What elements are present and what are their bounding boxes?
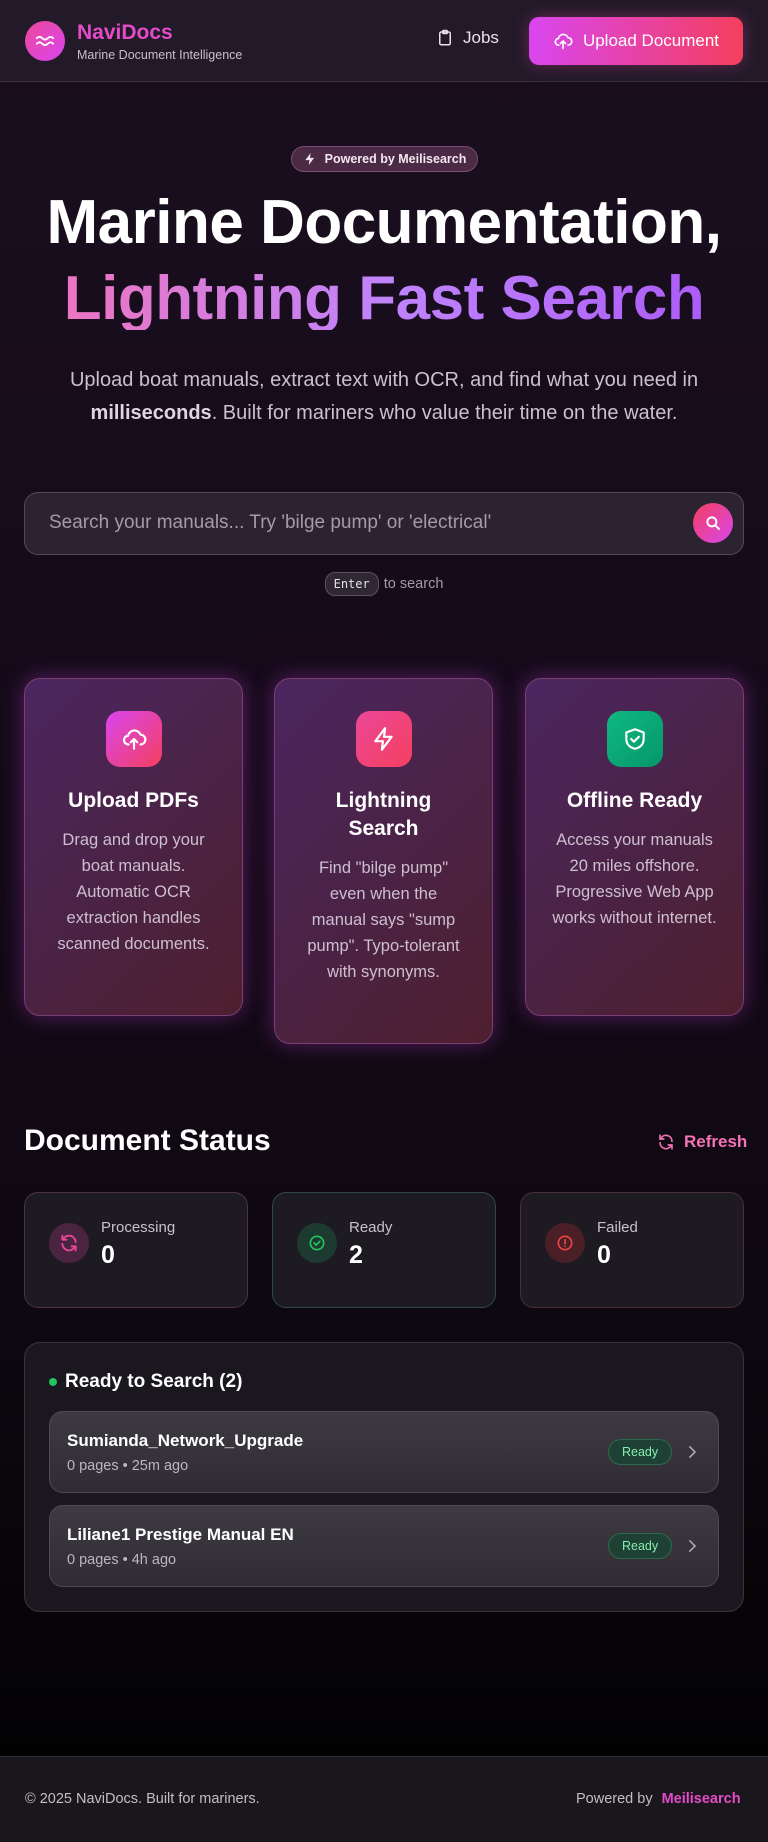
feature-card-upload: Upload PDFs Drag and drop your boat manu…	[24, 678, 243, 1016]
brand-name[interactable]: NaviDocs	[77, 21, 173, 45]
app-header: NaviDocs Marine Document Intelligence Jo…	[0, 0, 768, 82]
stat-card-failed: Failed 0	[520, 1192, 744, 1308]
stat-label: Ready	[349, 1219, 393, 1236]
document-meta: 0 pages • 25m ago	[67, 1458, 189, 1474]
search-box	[24, 492, 744, 555]
ready-header: Ready to Search (2)	[49, 1371, 242, 1393]
stat-value: 0	[597, 1241, 611, 1269]
lightning-icon	[355, 711, 412, 767]
feature-title: Offline Ready	[566, 789, 703, 812]
refresh-label: Refresh	[684, 1132, 748, 1151]
powered-badge: Powered by Meilisearch	[291, 146, 478, 172]
ready-title: Ready to Search (2)	[65, 1371, 243, 1392]
alert-circle-icon	[545, 1223, 585, 1263]
refresh-button[interactable]: Refresh	[657, 1132, 747, 1152]
hero-desc-part2: . Built for mariners who value their tim…	[211, 402, 678, 424]
processing-icon	[49, 1223, 89, 1263]
powered-by-label: Powered by	[576, 1791, 653, 1807]
brand-subtitle: Marine Document Intelligence	[77, 48, 243, 62]
waves-icon	[35, 35, 55, 47]
hero-desc-bold: milliseconds	[90, 402, 212, 424]
hero-description: Upload boat manuals, extract text with O…	[30, 364, 738, 430]
feature-title: Upload PDFs	[68, 789, 199, 812]
search-icon	[706, 516, 720, 530]
document-name: Sumianda_Network_Upgrade	[67, 1431, 304, 1450]
refresh-icon	[659, 1134, 673, 1150]
status-dot	[49, 1378, 57, 1386]
hero-title-line2: Lightning Fast Search	[0, 268, 768, 330]
feature-desc: Access your manuals 20 miles offshore. P…	[552, 831, 717, 927]
enter-key: Enter	[324, 572, 379, 596]
status-badge: Ready	[608, 1533, 673, 1559]
stat-value: 2	[349, 1241, 363, 1269]
document-name: Liliane1 Prestige Manual EN	[67, 1525, 294, 1544]
clipboard-icon	[439, 29, 451, 46]
stat-label: Failed	[597, 1219, 638, 1236]
feature-desc: Find "bilge pump" even when the manual s…	[307, 859, 460, 981]
hint-text: to search	[383, 576, 444, 592]
document-row[interactable]: Liliane1 Prestige Manual EN 0 pages • 4h…	[49, 1505, 719, 1587]
footer: © 2025 NaviDocs. Built for mariners. Pow…	[0, 1756, 768, 1842]
footer-copyright: © 2025 NaviDocs. Built for mariners.	[25, 1791, 260, 1807]
feature-card-offline: Offline Ready Access your manuals 20 mil…	[525, 678, 744, 1016]
cloud-upload-icon	[554, 33, 573, 50]
badge-text: Powered by Meilisearch	[324, 152, 467, 166]
document-row[interactable]: Sumianda_Network_Upgrade 0 pages • 25m a…	[49, 1411, 719, 1493]
jobs-label: Jobs	[463, 28, 499, 47]
feature-title: Lightning Search	[335, 789, 432, 840]
meilisearch-link[interactable]: Meilisearch	[662, 1791, 741, 1807]
stat-label: Processing	[101, 1219, 176, 1236]
check-circle-icon	[297, 1223, 337, 1263]
lightning-icon	[304, 153, 314, 165]
feature-desc: Drag and drop your boat manuals. Automat…	[57, 831, 210, 953]
hero-title-line1: Marine Documentation,	[46, 188, 722, 257]
footer-powered: Powered by Meilisearch	[576, 1791, 741, 1807]
jobs-link[interactable]: Jobs	[436, 28, 499, 48]
hero-desc-part1: Upload boat manuals, extract text with O…	[69, 369, 699, 391]
search-button[interactable]	[693, 503, 733, 543]
stat-card-processing: Processing 0	[24, 1192, 248, 1308]
search-input[interactable]	[49, 493, 689, 553]
feature-card-search: Lightning Search Find "bilge pump" even …	[274, 678, 493, 1044]
status-title: Document Status	[24, 1124, 271, 1157]
search-hint: Enter to search	[0, 572, 768, 596]
chevron-right-icon	[689, 1540, 697, 1552]
ready-panel: Ready to Search (2) Sumianda_Network_Upg…	[24, 1342, 744, 1612]
status-badge: Ready	[608, 1439, 673, 1465]
upload-label: Upload Document	[582, 31, 720, 50]
upload-document-button[interactable]: Upload Document	[529, 17, 743, 65]
stat-value: 0	[101, 1241, 115, 1269]
stat-card-ready: Ready 2	[272, 1192, 496, 1308]
logo[interactable]	[25, 21, 65, 61]
cloud-upload-icon	[105, 711, 162, 767]
chevron-right-icon	[689, 1446, 697, 1458]
shield-check-icon	[606, 711, 663, 767]
document-meta: 0 pages • 4h ago	[67, 1552, 177, 1568]
